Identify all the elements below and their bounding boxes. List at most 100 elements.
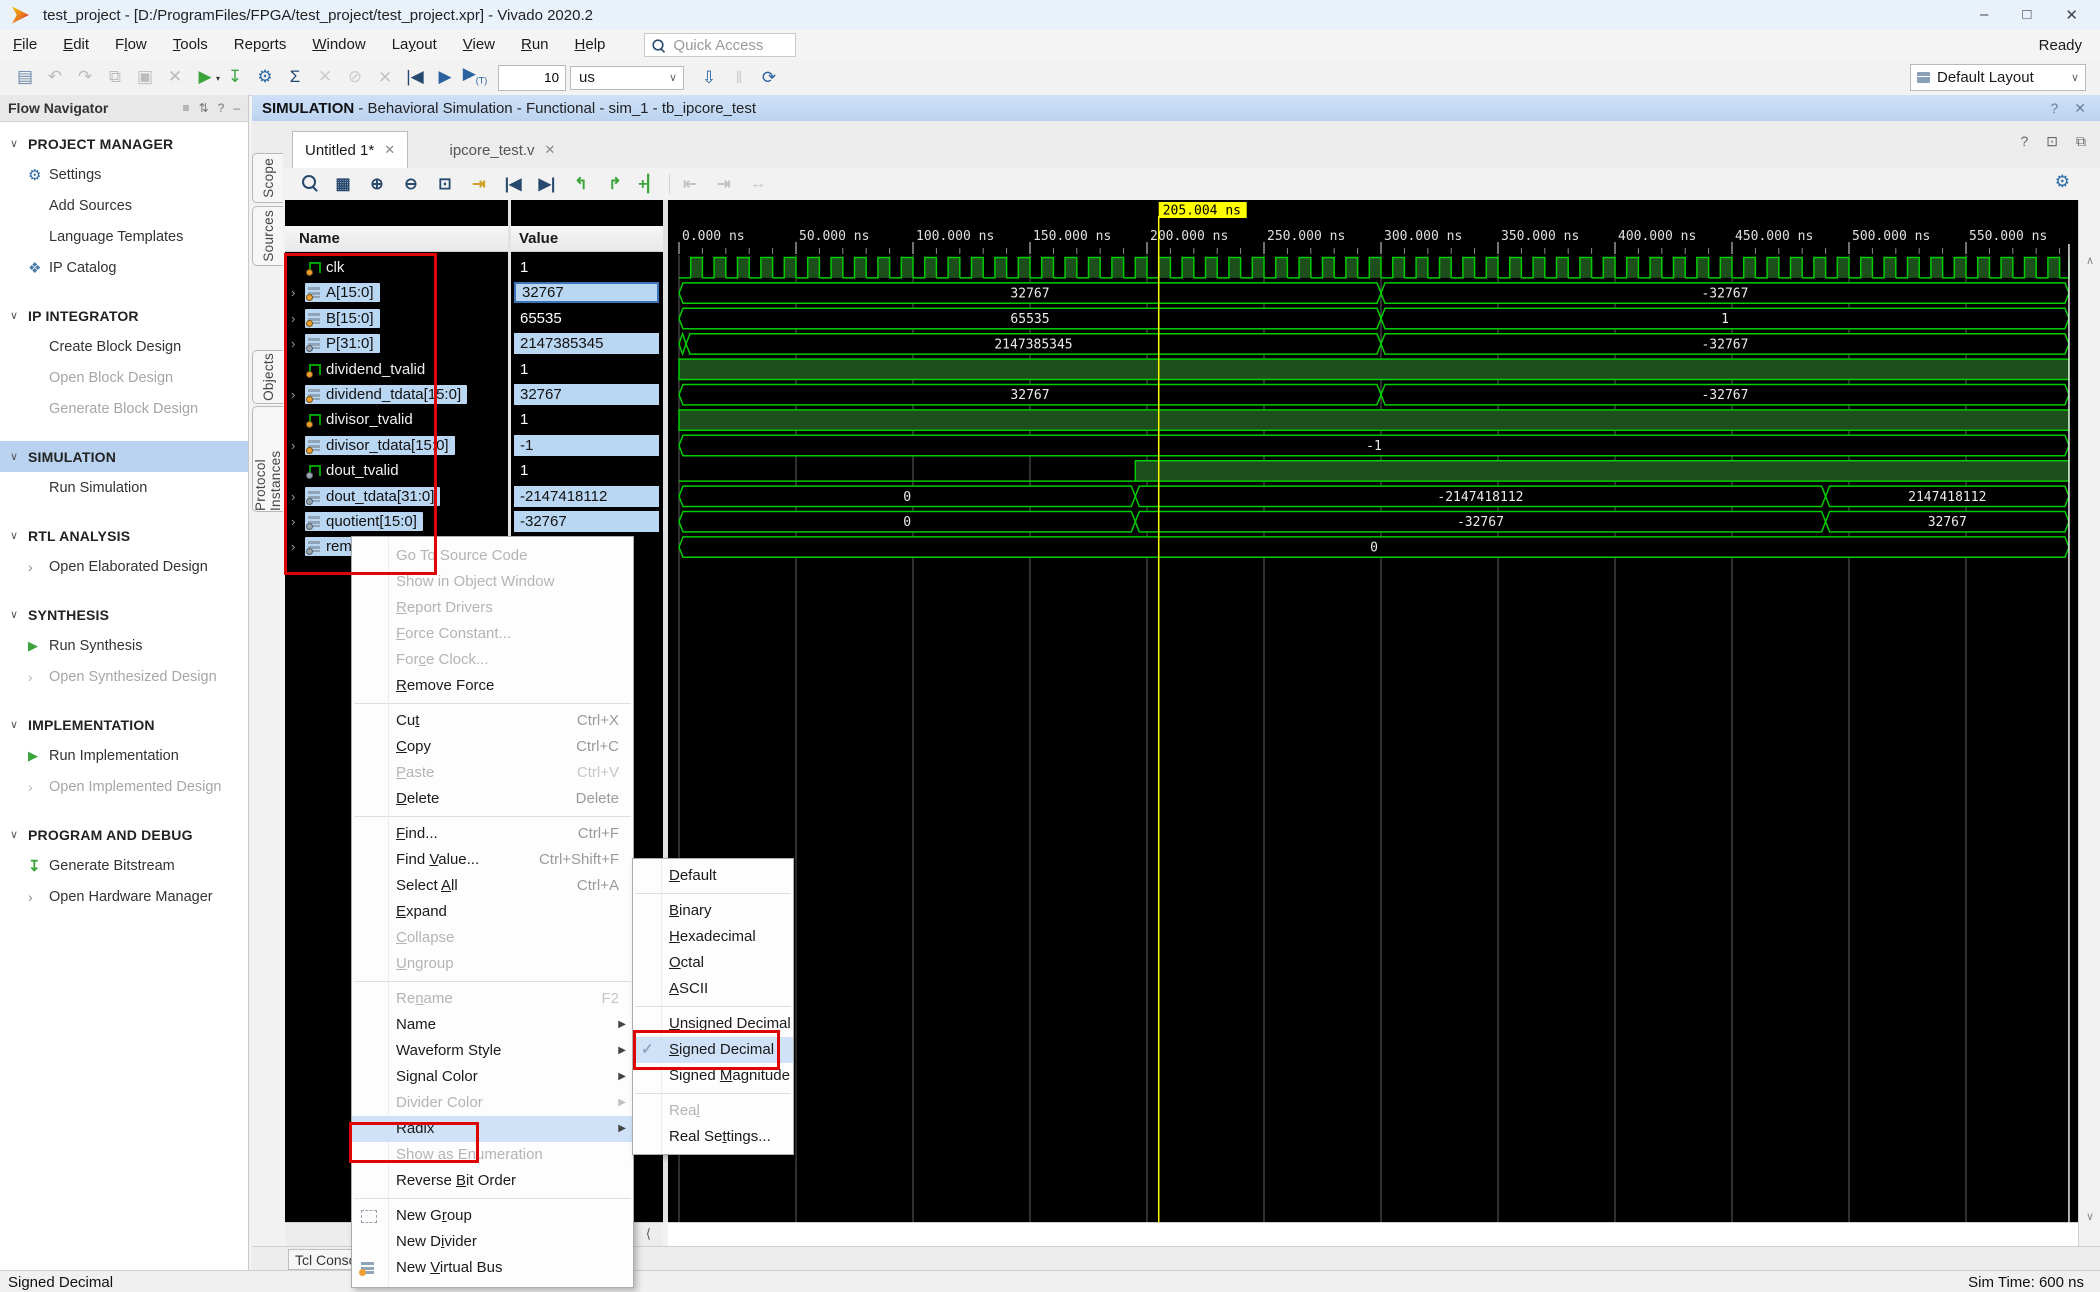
menu-item-new-divider[interactable]: New Divider [352,1229,633,1255]
menu-item-unsigned-decimal[interactable]: Unsigned Decimal [633,1011,793,1037]
expander-icon[interactable]: › [291,387,305,402]
menu-flow[interactable]: Flow [102,30,160,60]
menu-item-find-value[interactable]: Find Value...Ctrl+Shift+F [352,847,633,873]
menu-item-reverse-bit-order[interactable]: Reverse Bit Order [352,1168,633,1194]
menu-item-signal-color[interactable]: Signal Color▶ [352,1064,633,1090]
next-transition-icon[interactable]: ▶| [530,174,564,194]
flow-nav-section-rtl-analysis[interactable]: ∨RTL ANALYSIS [0,520,248,551]
scroll-up-icon[interactable]: ∧ [2079,252,2100,270]
menu-item-name[interactable]: Name▶ [352,1012,633,1038]
menu-item-waveform-style[interactable]: Waveform Style▶ [352,1038,633,1064]
run-time-input[interactable] [498,65,566,91]
delete-icon[interactable]: ✕ [160,64,190,90]
signal-value-dout-tdata-31-0[interactable]: -2147418112 [514,486,659,507]
menu-view[interactable]: View [450,30,508,60]
menu-item-ascii[interactable]: ASCII [633,976,793,1002]
redo-icon[interactable]: ↷ [70,64,100,90]
save-icon[interactable]: ▦ [326,174,360,194]
minimize-button[interactable]: – [1980,6,1988,24]
flow-nav-section-synthesis[interactable]: ∨SYNTHESIS [0,599,248,630]
name-column-header[interactable]: Name [285,226,508,252]
banner-help-icon[interactable]: ? [2050,100,2058,117]
disabled-edit-icon[interactable]: ⊘ [340,64,370,90]
side-tab-scope[interactable]: Scope [252,153,283,203]
signal-value-dout-tvalid[interactable]: 1 [514,460,659,481]
expander-icon[interactable]: › [291,311,305,326]
signal-value-dividend-tdata-15-0[interactable]: 32767 [514,384,659,405]
waveform-settings-gear-icon[interactable]: ⚙ [2055,172,2070,192]
menu-item-hexadecimal[interactable]: Hexadecimal [633,924,793,950]
banner-close-icon[interactable]: ✕ [2074,100,2086,117]
undo-icon[interactable]: ↶ [40,64,70,90]
signal-row-dividend-tvalid[interactable]: dividend_tvalid [285,357,508,382]
signal-value-dividend-tvalid[interactable]: 1 [514,359,659,380]
flow-nav-section-implementation[interactable]: ∨IMPLEMENTATION [0,709,248,740]
menu-window[interactable]: Window [299,30,378,60]
close-button[interactable]: ✕ [2065,6,2078,24]
restart-sim-icon[interactable]: |◀ [400,64,430,90]
panel-window-icons[interactable]: ?⊡⧉ [2020,133,2086,150]
flow-nav-item-create-block-design[interactable]: Create Block Design [0,331,248,362]
expander-icon[interactable]: › [291,336,305,351]
flow-nav-item-ip-catalog[interactable]: ❖IP Catalog [0,252,248,283]
layout-selector[interactable]: Default Layout ∨ [1910,64,2086,91]
flow-nav-item-language-templates[interactable]: Language Templates [0,221,248,252]
menu-item-cut[interactable]: CutCtrl+X [352,708,633,734]
side-tab-objects[interactable]: Objects [252,350,283,404]
expander-icon[interactable]: › [291,539,305,554]
panel-icon[interactable]: ⧉ [2076,133,2086,150]
menu-item-octal[interactable]: Octal [633,950,793,976]
close-icon[interactable]: ✕ [545,142,556,158]
side-tab-protocol-instances[interactable]: Protocol Instances [252,406,283,512]
signal-value-b-15-0[interactable]: 65535 [514,308,659,329]
breakpoint-icon[interactable]: ⨯ [370,64,400,90]
flow-nav-item-add-sources[interactable]: Add Sources [0,190,248,221]
expander-icon[interactable]: › [291,438,305,453]
signal-row-a-15-0[interactable]: ›A[15:0] [285,280,508,305]
signal-row-dout-tvalid[interactable]: dout_tvalid [285,458,508,483]
flow-nav-item-open-elaborated-design[interactable]: ›Open Elaborated Design [0,551,248,582]
tab-untitled-1[interactable]: Untitled 1*✕ [292,131,408,168]
flow-nav-item-run-synthesis[interactable]: ▶Run Synthesis [0,630,248,661]
signal-value-p-31-0[interactable]: 2147385345 [514,333,659,354]
signal-value-a-15-0[interactable]: 32767 [514,282,659,303]
time-unit-select[interactable]: us ∨ [570,66,684,90]
panel-icon[interactable]: ? [2020,133,2028,150]
flow-nav-item-run-simulation[interactable]: Run Simulation [0,472,248,503]
signal-value-quotient-15-0[interactable]: -32767 [514,511,659,532]
menu-item-find[interactable]: Find...Ctrl+F [352,821,633,847]
signal-row-dout-tdata-31-0[interactable]: ›dout_tdata[31:0] [285,484,508,509]
flow-nav-section-simulation[interactable]: ∨SIMULATION [0,441,248,472]
expander-icon[interactable]: › [291,514,305,529]
menu-item-default[interactable]: Default [633,863,793,889]
quick-access-search[interactable]: Quick Access [644,33,796,57]
menu-item-remove-force[interactable]: Remove Force [352,673,633,699]
menu-layout[interactable]: Layout [379,30,450,60]
disabled-run-icon[interactable]: ✕ [310,64,340,90]
prev-transition-icon[interactable]: |◀ [496,174,530,194]
zoom-in-icon[interactable]: ⊕ [360,174,394,194]
menu-item-delete[interactable]: DeleteDelete [352,786,633,812]
flow-navigator-header-icons[interactable]: ≡⇅?– [183,101,240,115]
flow-nav-section-program-and-debug[interactable]: ∨PROGRAM AND DEBUG [0,819,248,850]
copy-icon[interactable]: ⧉ [100,64,130,90]
menu-item-new-group[interactable]: New Group [352,1203,633,1229]
menu-item-signed-magnitude[interactable]: Signed Magnitude [633,1063,793,1089]
signal-row-p-31-0[interactable]: ›P[31:0] [285,331,508,356]
tab-ipcore-test-v[interactable]: ipcore_test.v✕ [438,132,568,168]
signal-row-b-15-0[interactable]: ›B[15:0] [285,306,508,331]
go-to-start-icon[interactable]: ⇤ [673,174,707,194]
go-to-end-icon[interactable]: ⇥ [707,174,741,194]
waveform-plot-area[interactable]: 0.000 ns50.000 ns100.000 ns150.000 ns200… [668,200,2078,1222]
expander-icon[interactable]: › [291,285,305,300]
signal-row-divisor-tvalid[interactable]: divisor_tvalid [285,407,508,432]
scroll-down-icon[interactable]: ∨ [2079,1208,2100,1226]
menu-item-select-all[interactable]: Select AllCtrl+A [352,873,633,899]
swap-cursor-right-icon[interactable]: ↱ [598,174,632,194]
flow-nav-header-icon[interactable]: – [233,101,240,115]
signal-value-divisor-tdata-15-0[interactable]: -1 [514,435,659,456]
zoom-to-cursor-icon[interactable]: ⇥ [462,174,496,194]
menu-file[interactable]: File [0,30,50,60]
pause-icon[interactable]: ‖ [724,65,754,91]
menu-item-binary[interactable]: Binary [633,898,793,924]
